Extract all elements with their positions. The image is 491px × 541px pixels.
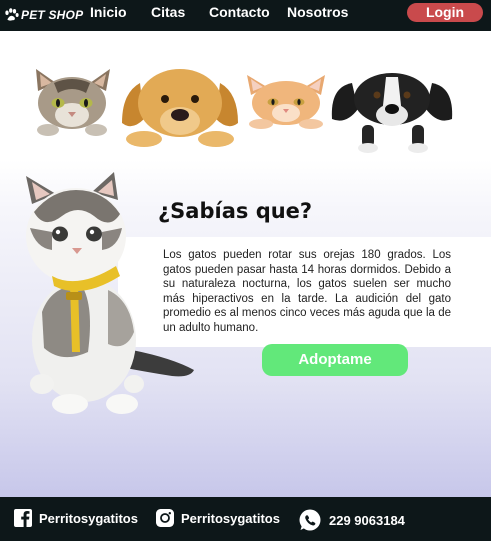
kitten-harness-image bbox=[26, 172, 194, 414]
facebook-label: Perritosygatitos bbox=[39, 510, 138, 526]
brand-logo[interactable]: PET SHOP bbox=[4, 6, 83, 24]
login-button[interactable]: Login bbox=[407, 3, 483, 22]
instagram-icon bbox=[156, 509, 174, 527]
navbar: PET SHOP Inicio Citas Contacto Nosotros … bbox=[0, 0, 491, 31]
fact-paragraph: Los gatos pueden rotar sus orejas 180 gr… bbox=[163, 249, 451, 334]
nav-link-inicio[interactable]: Inicio bbox=[90, 4, 127, 20]
footer-facebook-link[interactable]: Perritosygatitos bbox=[14, 509, 138, 527]
phone-label: 229 9063184 bbox=[329, 512, 405, 528]
adopt-button[interactable]: Adoptame bbox=[262, 344, 408, 376]
hero-pets bbox=[0, 31, 491, 161]
nav-link-nosotros[interactable]: Nosotros bbox=[287, 4, 348, 20]
whatsapp-icon bbox=[299, 509, 321, 531]
black-dog-image bbox=[331, 73, 453, 153]
instagram-label: Perritosygatitos bbox=[181, 510, 280, 526]
brand-name: PET SHOP bbox=[21, 8, 84, 22]
golden-dog-image bbox=[122, 69, 238, 147]
tabby-cat-image bbox=[36, 69, 110, 136]
footer-instagram-link[interactable]: Perritosygatitos bbox=[156, 509, 280, 527]
nav-link-contacto[interactable]: Contacto bbox=[209, 4, 270, 20]
footer-phone-link[interactable]: 229 9063184 bbox=[298, 509, 405, 531]
nav-link-citas[interactable]: Citas bbox=[151, 4, 185, 20]
paw-icon bbox=[5, 8, 19, 21]
orange-cat-image bbox=[247, 75, 325, 129]
footer: Perritosygatitos Perritosygatitos 229 90… bbox=[0, 497, 491, 541]
facebook-icon bbox=[14, 509, 32, 527]
